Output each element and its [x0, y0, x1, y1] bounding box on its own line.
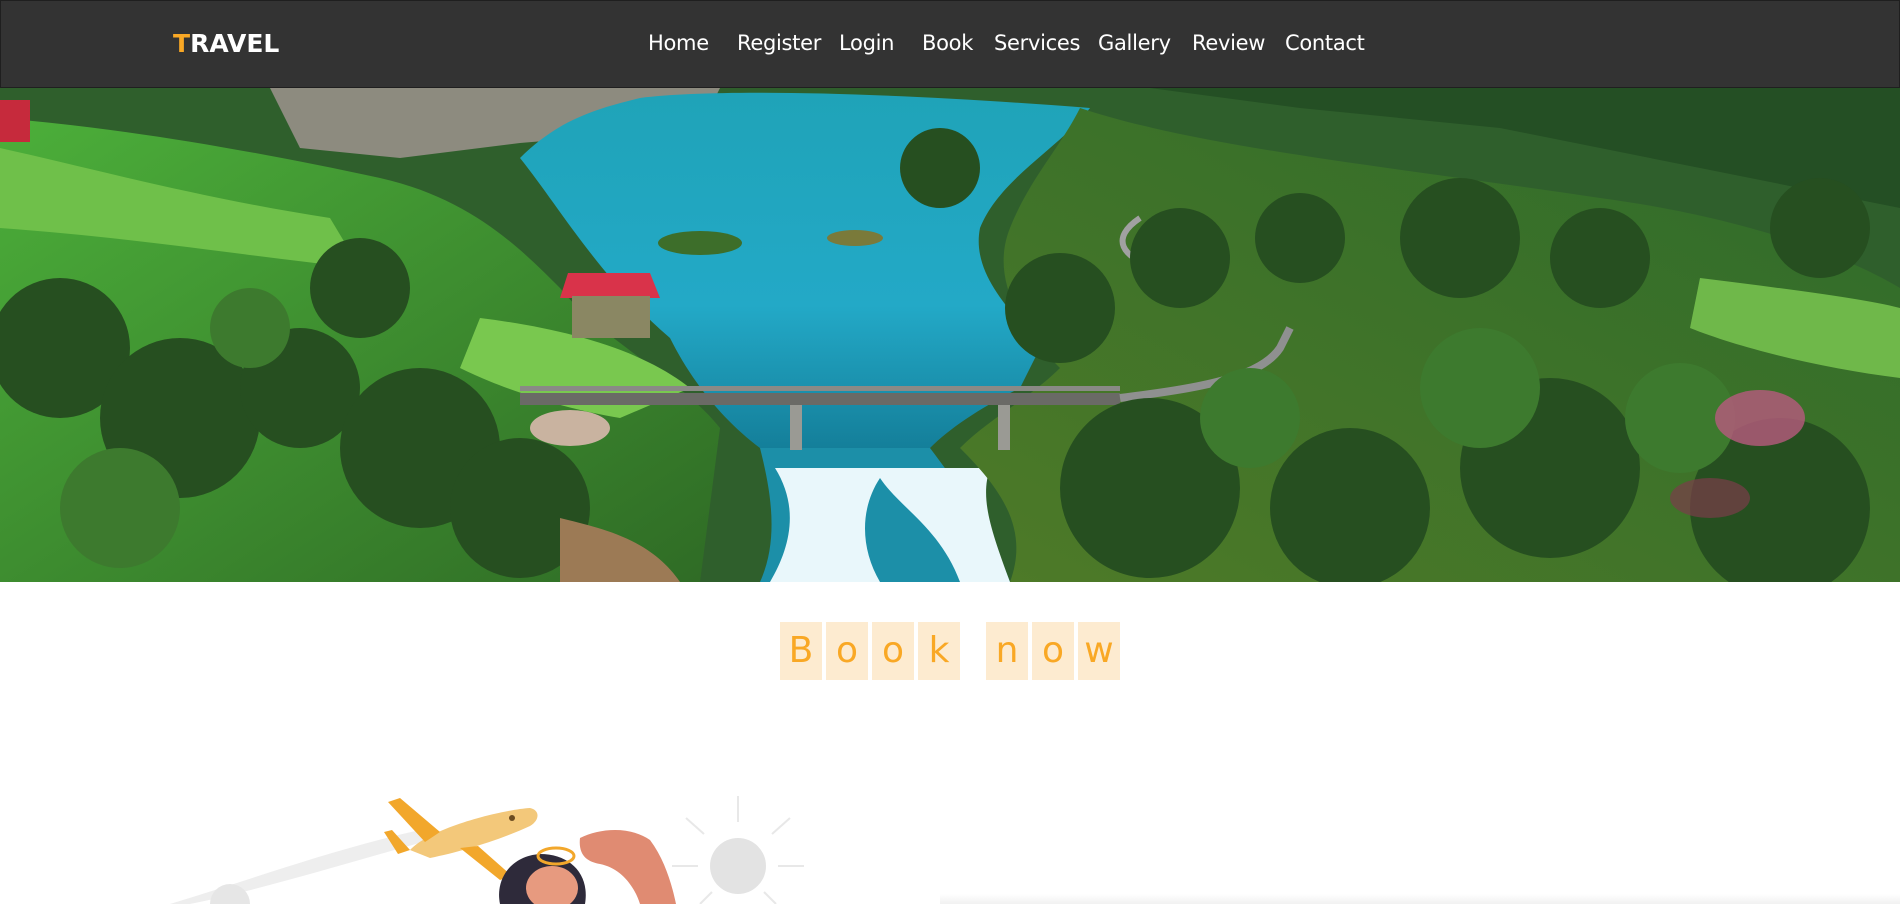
nav-services[interactable]: Services — [994, 31, 1080, 55]
nav-review[interactable]: Review — [1192, 31, 1265, 55]
book-now-heading[interactable]: Booknow — [0, 622, 1900, 682]
book-now-letter: o — [826, 622, 868, 680]
book-now-letter: o — [872, 622, 914, 680]
landscape-illustration — [0, 88, 1900, 582]
traveler-illustration — [0, 770, 900, 904]
content-band — [940, 894, 1900, 904]
nav-book[interactable]: Book — [922, 31, 973, 55]
nav-register[interactable]: Register — [737, 31, 821, 55]
nav-home[interactable]: Home — [648, 31, 709, 55]
airplane-traveler-illustration — [170, 796, 804, 904]
book-now-letter: B — [780, 622, 822, 680]
main-nav: Home Register Login Book Services Galler… — [1, 31, 1900, 61]
book-now-letter: n — [986, 622, 1028, 680]
nav-contact[interactable]: Contact — [1285, 31, 1365, 55]
top-navbar: TRAVEL Home Register Login Book Services… — [0, 0, 1900, 88]
book-now-letter: k — [918, 622, 960, 680]
word-gap — [962, 622, 984, 680]
book-now-letter: w — [1078, 622, 1120, 680]
nav-gallery[interactable]: Gallery — [1098, 31, 1171, 55]
hero-landscape-image — [0, 88, 1900, 582]
nav-login[interactable]: Login — [839, 31, 894, 55]
book-now-letter: o — [1032, 622, 1074, 680]
